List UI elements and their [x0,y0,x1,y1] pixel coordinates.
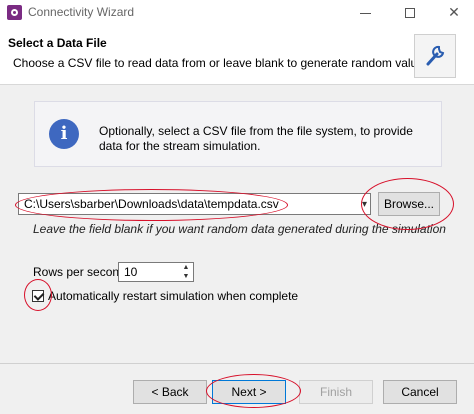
rows-per-second-label: Rows per second: [33,265,130,279]
wizard-body: i Optionally, select a CSV file from the… [0,85,474,363]
file-hint: Leave the field blank if you want random… [33,222,446,236]
title-bar: Connectivity Wizard ✕ [0,0,474,26]
file-path-value[interactable]: C:\Users\sbarber\Downloads\data\tempdata… [24,197,279,211]
minimize-icon [359,12,371,14]
minimize-button[interactable] [344,1,386,25]
spinner-down-icon[interactable]: ▼ [180,272,192,281]
info-text: Optionally, select a CSV file from the f… [99,124,413,153]
next-button[interactable]: Next > [212,380,286,404]
wizard-header: Select a Data File Choose a CSV file to … [0,26,474,85]
page-description: Choose a CSV file to read data from or l… [13,56,430,70]
wrench-icon [414,34,456,78]
restart-checkbox[interactable] [32,290,44,302]
rows-per-second-value[interactable]: 10 [124,265,137,279]
maximize-button[interactable] [389,1,431,25]
browse-button[interactable]: Browse... [378,192,440,216]
info-box: i Optionally, select a CSV file from the… [34,101,442,167]
maximize-icon [405,8,415,19]
app-icon [7,5,22,20]
finish-button: Finish [299,380,373,404]
back-button[interactable]: < Back [133,380,207,404]
page-title: Select a Data File [8,36,107,50]
file-path-combo[interactable]: C:\Users\sbarber\Downloads\data\tempdata… [18,193,371,215]
chevron-down-icon[interactable]: ▾ [362,199,367,210]
window-title: Connectivity Wizard [28,5,135,19]
restart-label[interactable]: Automatically restart simulation when co… [48,289,298,303]
spinner-up-icon[interactable]: ▲ [180,263,192,272]
close-icon: ✕ [448,4,460,20]
rows-per-second-spinner[interactable]: 10 ▲ ▼ [118,262,194,282]
wizard-footer: < Back Next > Finish Cancel [0,363,474,414]
cancel-button[interactable]: Cancel [383,380,457,404]
info-icon: i [49,119,79,149]
close-button[interactable]: ✕ [433,1,474,25]
